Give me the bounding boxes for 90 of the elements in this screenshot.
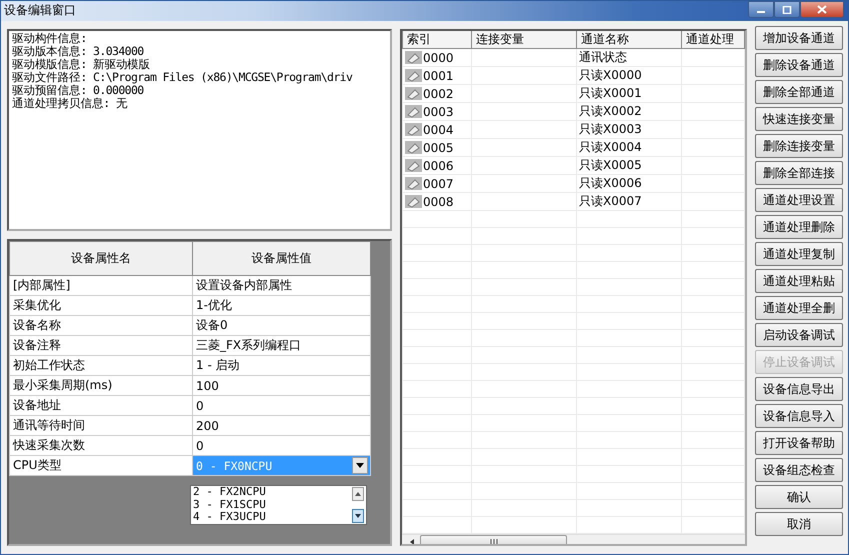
table-cell: 0006	[423, 158, 454, 172]
table-cell: CPU类型	[10, 456, 192, 476]
info-text-box[interactable]: 驱动构件信息: 驱动版本信息: 3.034000 驱动模版信息: 新驱动模版 驱动文件路径: C:\Program Files (x86)\MCGSE\Program\driv 驱动预留信息: 0.000000 通道处理拷贝信息: 无	[7, 29, 392, 231]
action-button[interactable]: 设备信息导入	[755, 404, 843, 428]
maximize-button[interactable]	[774, 1, 800, 18]
chip-icon	[405, 69, 422, 82]
close-button[interactable]	[800, 1, 844, 18]
action-button[interactable]: 设备组态检查	[755, 458, 843, 482]
table-cell: 采集优化	[10, 296, 192, 316]
grip-icon	[488, 539, 498, 544]
column-header[interactable]: 设备属性名	[10, 242, 192, 276]
table-cell: 200	[192, 416, 370, 436]
table-cell: 设备注释	[10, 336, 192, 356]
table-cell: 0005	[423, 140, 454, 154]
action-button[interactable]: 通道处理复制	[755, 242, 843, 266]
chip-icon	[405, 195, 422, 208]
action-button[interactable]: 通道处理删除	[755, 215, 843, 239]
column-header[interactable]: 设备属性值	[192, 242, 370, 276]
column-header[interactable]: 通道名称	[576, 31, 682, 48]
action-button[interactable]: 确认	[755, 485, 843, 509]
window-title: 设备编辑窗口	[3, 2, 76, 19]
scroll-left-icon[interactable]	[408, 538, 416, 544]
action-button[interactable]: 删除全部连接	[755, 161, 843, 185]
dropdown-option[interactable]: 4 - FX3UCPU	[193, 511, 266, 524]
info-line: 驱动构件信息:	[12, 32, 88, 45]
column-header[interactable]: 索引	[402, 31, 472, 48]
maximize-icon	[782, 6, 792, 14]
chip-icon	[405, 87, 422, 100]
action-button[interactable]: 增加设备通道	[755, 26, 843, 50]
table-cell: 0002	[423, 86, 454, 100]
action-button[interactable]: 删除设备通道	[755, 53, 843, 77]
table-cell: [内部属性]	[10, 276, 192, 296]
table-cell: 0004	[423, 122, 454, 136]
table-cell: 设备0	[192, 316, 370, 336]
table-cell: 通讯等待时间	[10, 416, 192, 436]
close-icon	[817, 5, 827, 14]
action-button[interactable]: 设备信息导出	[755, 377, 843, 401]
table-cell: 只读X0002	[579, 104, 642, 118]
action-button[interactable]: 通道处理设置	[755, 188, 843, 212]
table-cell: 快速采集次数	[10, 436, 192, 456]
info-line: 驱动文件路径: C:\Program Files (x86)\MCGSE\Program\driv	[12, 71, 354, 84]
table-cell: 只读X0007	[579, 194, 642, 208]
minimize-button[interactable]	[748, 1, 774, 18]
table-cell: 初始工作状态	[10, 356, 192, 376]
action-button[interactable]: 快速连接变量	[755, 107, 843, 131]
chip-icon	[405, 51, 422, 64]
table-cell: 0000	[423, 50, 454, 64]
table-cell: 只读X0004	[579, 140, 642, 154]
table-cell: 三菱_FX系列编程口	[192, 336, 370, 356]
action-button[interactable]: 删除连接变量	[755, 134, 843, 158]
table-cell: 只读X0006	[579, 176, 642, 190]
table-cell: 100	[192, 376, 370, 396]
table-cell: 只读X0001	[579, 86, 642, 100]
table-cell: 0008	[423, 194, 454, 208]
table-cell: 设置设备内部属性	[192, 276, 370, 296]
table-cell: 最小采集周期(ms)	[10, 376, 192, 396]
info-line: 通道处理拷贝信息: 无	[12, 97, 128, 110]
table-cell: 只读X0000	[579, 68, 642, 82]
table-cell: 0	[192, 396, 370, 416]
table-cell: 0007	[423, 176, 454, 190]
action-button[interactable]: 通道处理粘贴	[755, 269, 843, 293]
action-button[interactable]: 删除全部通道	[755, 80, 843, 104]
table-cell: 设备地址	[10, 396, 192, 416]
scroll-down-icon[interactable]	[352, 509, 364, 523]
chip-icon	[405, 141, 422, 154]
scroll-up-icon[interactable]	[352, 487, 364, 501]
chip-icon	[405, 177, 422, 190]
action-button[interactable]: 启动设备调试	[755, 323, 843, 347]
column-header[interactable]: 连接变量	[472, 31, 576, 48]
table-cell: 只读X0003	[579, 122, 642, 136]
action-button[interactable]: 取消	[755, 512, 843, 536]
action-button[interactable]: 通道处理全删	[755, 296, 843, 320]
chip-icon	[405, 159, 422, 172]
chip-icon	[405, 105, 422, 118]
table-cell: 设备名称	[10, 316, 192, 336]
action-button[interactable]: 打开设备帮助	[755, 431, 843, 455]
table-cell: 0003	[423, 104, 454, 118]
dropdown-option[interactable]: 3 - FX1SCPU	[193, 498, 266, 511]
table-cell: 只读X0005	[579, 158, 642, 172]
column-header[interactable]: 通道处理	[682, 31, 744, 48]
table-cell: 通讯状态	[579, 50, 627, 64]
info-line: 驱动版本信息: 3.034000	[12, 45, 145, 58]
table-cell: 1-优化	[192, 296, 370, 316]
info-line: 驱动预留信息: 0.000000	[12, 84, 144, 97]
info-line: 驱动模版信息: 新驱动模版	[12, 58, 152, 71]
dropdown-option[interactable]: 2 - FX2NCPU	[193, 486, 266, 498]
chip-icon	[405, 123, 422, 136]
table-cell: 0001	[423, 68, 454, 82]
vertical-scrollbar[interactable]	[350, 486, 366, 524]
table-cell: 1 - 启动	[192, 356, 370, 376]
